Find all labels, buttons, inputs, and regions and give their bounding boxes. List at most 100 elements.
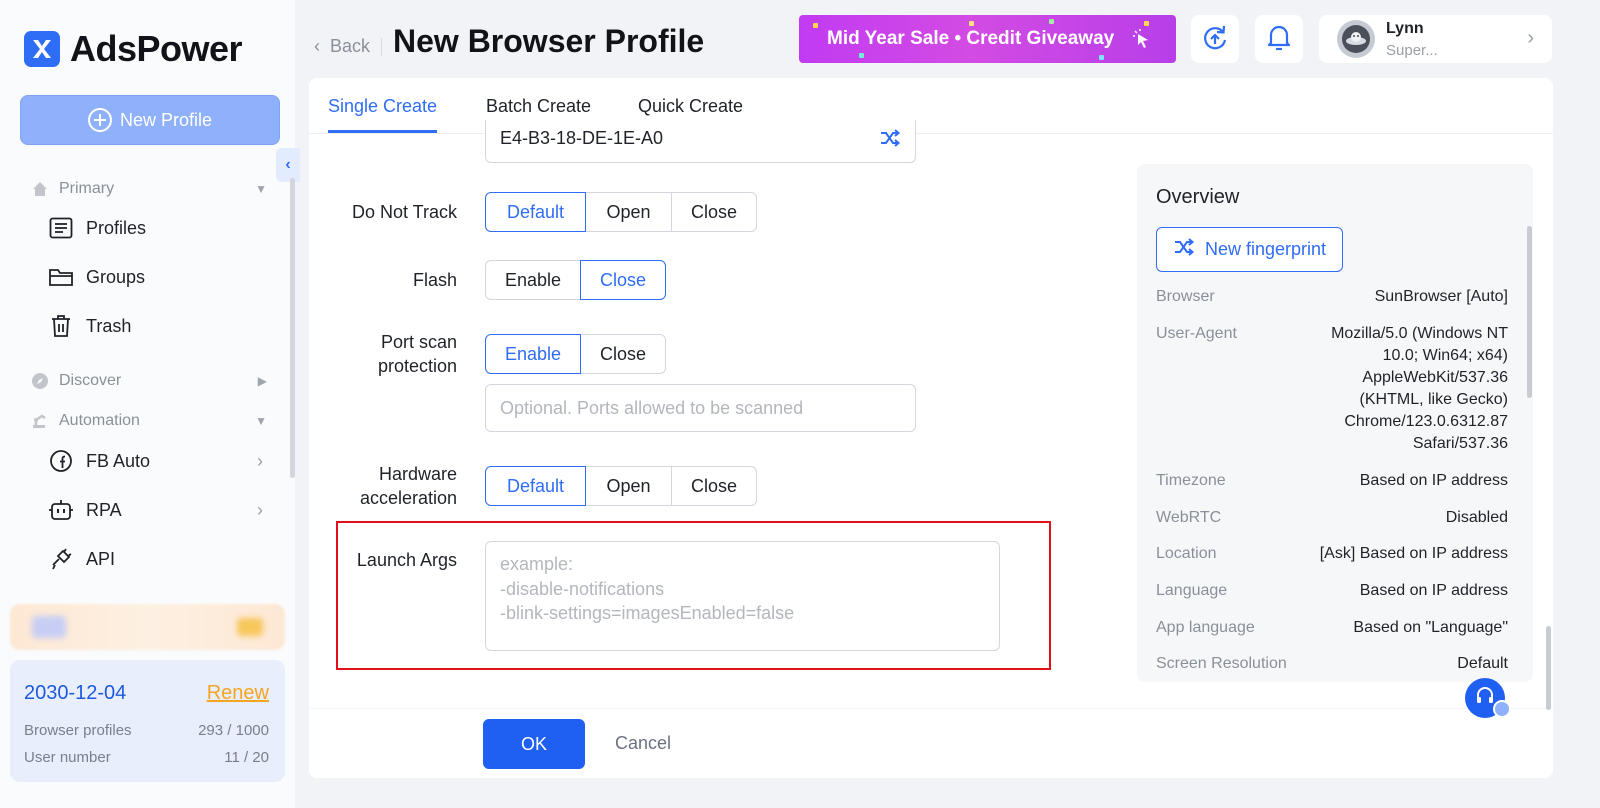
port-scan-close[interactable]: Close [580,334,666,374]
active-tab-indicator [328,130,437,133]
avatar [1337,20,1375,58]
overview-key: Timezone [1156,472,1226,489]
overview-key: App language [1156,619,1255,636]
new-profile-button[interactable]: New Profile [20,95,280,145]
confetti [1099,55,1104,60]
nav-section-discover[interactable]: Discover ▶ [27,368,267,394]
overview-row-webrtc: WebRTC Disabled [1156,507,1508,529]
overview-key: Location [1156,545,1217,562]
hardware-acceleration-label-line2: acceleration [359,488,457,508]
nav-section-primary-label: Primary [59,180,115,197]
overview-value: SunBrowser [Auto] [1374,288,1508,305]
browser-profiles-label: Browser profiles [24,722,132,739]
user-menu[interactable]: Lynn Super... › [1319,15,1552,63]
page-title: New Browser Profile [393,23,705,59]
do-not-track-open[interactable]: Open [585,192,672,232]
support-badge [1493,700,1511,718]
logo[interactable]: AdsPower [24,28,243,70]
sidebar-item-fb-auto[interactable]: FB Auto › [48,448,263,474]
plan-card: 2030-12-04 Renew Browser profiles 293 / … [10,660,285,782]
shuffle-icon[interactable] [879,128,901,153]
back-label: Back [330,36,371,56]
overview-value: Default [1457,655,1508,672]
do-not-track-close[interactable]: Close [671,192,757,232]
bell-icon [1266,23,1292,56]
flash-label: Flash [412,270,457,290]
flash-enable[interactable]: Enable [485,260,581,300]
facebook-icon [48,448,74,474]
flash-close[interactable]: Close [580,260,666,300]
plug-icon [48,546,74,572]
overview-key: Language [1156,582,1228,599]
user-number-label: User number [24,749,111,766]
browser-profiles-value: 293 / 1000 [198,722,269,739]
confetti [1144,21,1149,26]
user-agent-line: 10.0; Win64; x64) [1382,347,1508,364]
overview-row-language: Language Based on IP address [1156,580,1508,602]
cancel-button[interactable]: Cancel [615,733,671,754]
port-scan-segmented: Enable Close [485,334,666,374]
sidebar-item-api-label: API [86,548,116,569]
caret-down-icon: ▼ [255,182,267,196]
promo-card[interactable] [10,604,285,650]
do-not-track-segmented: Default Open Close [485,192,757,232]
sidebar-item-groups-label: Groups [86,266,146,287]
promo-banner[interactable]: Mid Year Sale • Credit Giveaway [799,15,1176,63]
overview-key: WebRTC [1156,509,1222,526]
user-agent-line: Mozilla/5.0 (Windows NT [1331,325,1508,342]
sidebar-item-groups[interactable]: Groups [48,264,263,290]
overview-value: Disabled [1445,509,1508,526]
sidebar-scrollbar[interactable] [290,178,295,478]
notifications-button[interactable] [1255,15,1303,63]
sidebar-item-profiles-label: Profiles [86,217,147,238]
overview-value: Based on IP address [1359,582,1508,599]
nav-section-primary[interactable]: Primary ▼ [27,176,267,202]
overview-value: Based on "Language" [1353,619,1508,636]
sidebar-item-trash[interactable]: Trash [48,313,263,339]
user-number-value: 11 / 20 [224,749,269,766]
hardware-acceleration-default[interactable]: Default [485,466,586,506]
overview-scrollbar[interactable] [1527,226,1532,398]
folder-icon [48,264,74,290]
user-agent-line: AppleWebKit/537.36 [1362,369,1508,386]
mac-address-value: E4-B3-18-DE-1E-A0 [500,127,664,148]
collapse-sidebar-button[interactable]: ‹ [276,148,300,182]
page-scrollbar[interactable] [1546,626,1551,710]
allowed-ports-input[interactable]: Optional. Ports allowed to be scanned [485,384,916,432]
launch-args-placeholder-line: example: [500,554,574,574]
hardware-acceleration-close[interactable]: Close [671,466,757,506]
back-button[interactable]: ‹ Back [314,36,370,57]
overview-panel: Overview New fingerprint Browser SunBrow… [1137,164,1533,682]
sidebar-item-rpa[interactable]: RPA › [48,497,263,523]
user-agent-line: Safari/537.36 [1412,435,1508,452]
compass-icon [27,368,53,394]
robot-arm-icon [27,408,53,434]
renew-link[interactable]: Renew [207,682,269,705]
port-scan-enable[interactable]: Enable [485,334,581,374]
hardware-acceleration-open[interactable]: Open [585,466,672,506]
tab-quick-create[interactable]: Quick Create [638,96,743,117]
confetti [813,23,818,28]
plan-expiry-date: 2030-12-04 [24,682,127,704]
user-agent-value: Mozilla/5.0 (Windows NT 10.0; Win64; x64… [1297,323,1508,455]
overview-key: User-Agent [1156,325,1237,342]
launch-args-textarea[interactable]: example: -disable-notifications -blink-s… [485,541,1000,651]
tab-batch-create[interactable]: Batch Create [486,96,591,117]
do-not-track-default[interactable]: Default [485,192,586,232]
nav-section-automation[interactable]: Automation ▼ [27,408,267,434]
overview-title: Overview [1156,186,1240,208]
ok-button[interactable]: OK [483,719,585,769]
sync-button[interactable] [1191,15,1239,63]
allowed-ports-placeholder: Optional. Ports allowed to be scanned [500,397,804,418]
new-fingerprint-button[interactable]: New fingerprint [1156,227,1343,272]
chevron-left-icon: ‹ [314,36,320,56]
overview-row-app-language: App language Based on "Language" [1156,617,1508,639]
mac-address-input[interactable]: E4-B3-18-DE-1E-A0 [485,120,916,163]
sidebar-item-api[interactable]: API [48,546,263,572]
port-scan-label-line2: protection [377,356,457,376]
plan-row-users: User number 11 / 20 [24,749,269,766]
port-scan-label: Port scan protection [378,330,457,378]
sidebar-item-profiles[interactable]: Profiles [48,215,263,241]
user-role: Super... [1386,42,1438,59]
tab-single-create[interactable]: Single Create [328,96,437,117]
